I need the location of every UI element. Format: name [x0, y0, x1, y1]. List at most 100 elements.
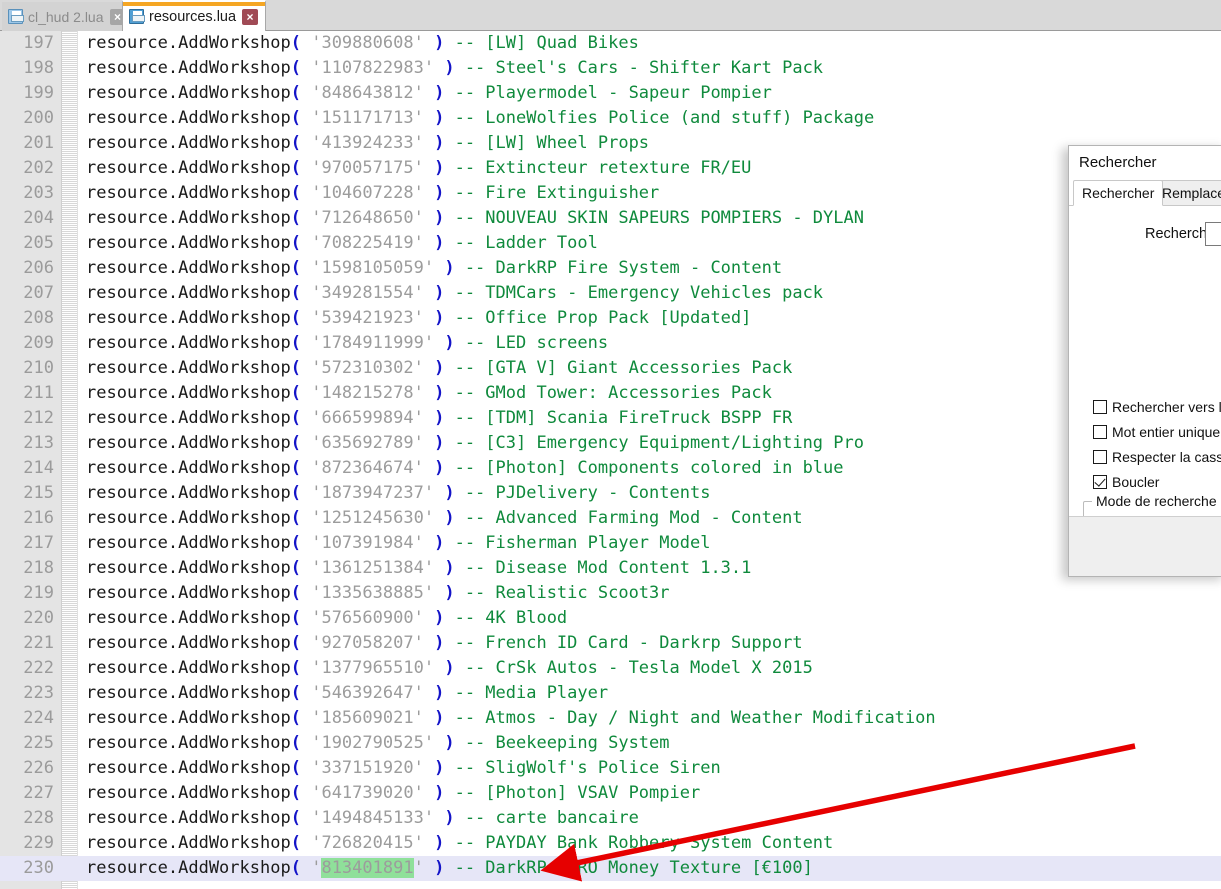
code-line[interactable]: 205 resource.AddWorkshop( '708225419' ) -…: [0, 231, 1221, 256]
line-number: 224: [23, 708, 54, 728]
code-line[interactable]: 206 resource.AddWorkshop( '1598105059' ) …: [0, 256, 1221, 281]
tab-label: cl_hud 2.lua: [28, 8, 104, 25]
code-line[interactable]: 211 resource.AddWorkshop( '148215278' ) -…: [0, 381, 1221, 406]
code-line-text: resource.AddWorkshop( '635692789' ) -- […: [86, 433, 864, 453]
code-line-text: resource.AddWorkshop( '1377965510' ) -- …: [86, 658, 813, 678]
code-line-text: resource.AddWorkshop( '1494845133' ) -- …: [86, 808, 639, 828]
find-checkbox-option[interactable]: Mot entier uniquem: [1093, 419, 1221, 444]
code-line-text: resource.AddWorkshop( '813401891' ) -- D…: [86, 858, 813, 878]
checkbox-label: Respecter la casse: [1112, 448, 1221, 465]
code-line-text: resource.AddWorkshop( '546392647' ) -- M…: [86, 683, 609, 703]
code-line[interactable]: 223 resource.AddWorkshop( '546392647' ) -…: [0, 681, 1221, 706]
checkbox-icon[interactable]: [1093, 474, 1107, 489]
code-line-text: resource.AddWorkshop( '148215278' ) -- G…: [86, 383, 772, 403]
search-input[interactable]: [1205, 222, 1221, 246]
line-number: 227: [23, 783, 54, 803]
line-number: 201: [23, 133, 54, 153]
code-line-text: resource.AddWorkshop( '107391984' ) -- F…: [86, 533, 711, 553]
line-number: 230: [23, 858, 54, 878]
code-line[interactable]: 220 resource.AddWorkshop( '576560900' ) -…: [0, 606, 1221, 631]
code-line[interactable]: 212 resource.AddWorkshop( '666599894' ) -…: [0, 406, 1221, 431]
code-line-text: resource.AddWorkshop( '413924233' ) -- […: [86, 133, 650, 153]
code-line[interactable]: 197 resource.AddWorkshop( '309880608' ) -…: [0, 31, 1221, 56]
line-number: 223: [23, 683, 54, 703]
code-line[interactable]: 201 resource.AddWorkshop( '413924233' ) -…: [0, 131, 1221, 156]
find-dialog[interactable]: Rechercher Rechercher Remplacer Recherch…: [1068, 145, 1221, 577]
code-line[interactable]: 204 resource.AddWorkshop( '712648650' ) -…: [0, 206, 1221, 231]
code-line[interactable]: 214 resource.AddWorkshop( '872364674' ) -…: [0, 456, 1221, 481]
code-line[interactable]: 229 resource.AddWorkshop( '726820415' ) -…: [0, 831, 1221, 856]
checkbox-label: Rechercher vers l'a: [1112, 398, 1221, 415]
find-dialog-title: Rechercher: [1069, 146, 1221, 180]
checkbox-label: Boucler: [1112, 473, 1160, 490]
code-line[interactable]: 199 resource.AddWorkshop( '848643812' ) -…: [0, 81, 1221, 106]
code-line-text: resource.AddWorkshop( '576560900' ) -- 4…: [86, 608, 568, 628]
code-line[interactable]: 227 resource.AddWorkshop( '641739020' ) -…: [0, 781, 1221, 806]
tab-cl-hud-2-lua[interactable]: cl_hud 2.lua ×: [2, 2, 134, 31]
find-checkbox-option[interactable]: Respecter la casse: [1093, 444, 1221, 469]
find-checkbox-option[interactable]: Boucler: [1093, 469, 1221, 494]
line-number: 217: [23, 533, 54, 553]
line-number: 226: [23, 758, 54, 778]
tab-resources-lua[interactable]: resources.lua ×: [122, 0, 267, 31]
code-line[interactable]: 209 resource.AddWorkshop( '1784911999' ) …: [0, 331, 1221, 356]
code-line[interactable]: 200 resource.AddWorkshop( '151171713' ) -…: [0, 106, 1221, 131]
code-line-text: resource.AddWorkshop( '848643812' ) -- P…: [86, 83, 772, 103]
line-number: 213: [23, 433, 54, 453]
line-number: 204: [23, 208, 54, 228]
code-line[interactable]: 216 resource.AddWorkshop( '1251245630' ) …: [0, 506, 1221, 531]
code-line[interactable]: 226 resource.AddWorkshop( '337151920' ) -…: [0, 756, 1221, 781]
code-line[interactable]: 230 resource.AddWorkshop( '813401891' ) -…: [0, 856, 1221, 881]
code-line[interactable]: 203 resource.AddWorkshop( '104607228' ) -…: [0, 181, 1221, 206]
line-number: 222: [23, 658, 54, 678]
code-line-text: resource.AddWorkshop( '1361251384' ) -- …: [86, 558, 752, 578]
code-line[interactable]: 210 resource.AddWorkshop( '572310302' ) -…: [0, 356, 1221, 381]
code-line[interactable]: 225 resource.AddWorkshop( '1902790525' ) …: [0, 731, 1221, 756]
code-line[interactable]: 215 resource.AddWorkshop( '1873947237' ) …: [0, 481, 1221, 506]
code-line-text: resource.AddWorkshop( '104607228' ) -- F…: [86, 183, 660, 203]
code-line-text: resource.AddWorkshop( '927058207' ) -- F…: [86, 633, 803, 653]
code-line[interactable]: 198 resource.AddWorkshop( '1107822983' ) …: [0, 56, 1221, 81]
code-line-text: resource.AddWorkshop( '641739020' ) -- […: [86, 783, 701, 803]
close-icon[interactable]: ×: [242, 8, 259, 25]
line-number: 225: [23, 733, 54, 753]
code-line[interactable]: 218 resource.AddWorkshop( '1361251384' ) …: [0, 556, 1221, 581]
code-line[interactable]: 224 resource.AddWorkshop( '185609021' ) -…: [0, 706, 1221, 731]
code-line[interactable]: 228 resource.AddWorkshop( '1494845133' ) …: [0, 806, 1221, 831]
code-line[interactable]: 208 resource.AddWorkshop( '539421923' ) -…: [0, 306, 1221, 331]
code-line-text: resource.AddWorkshop( '708225419' ) -- L…: [86, 233, 598, 253]
find-options-list: Rechercher vers l'a Mot entier uniquem Res…: [1093, 394, 1221, 494]
floppy-disk-icon: [129, 9, 145, 24]
tab-rechercher[interactable]: Rechercher: [1073, 180, 1164, 206]
code-line[interactable]: 219 resource.AddWorkshop( '1335638885' ) …: [0, 581, 1221, 606]
line-number: 221: [23, 633, 54, 653]
code-line-text: resource.AddWorkshop( '1107822983' ) -- …: [86, 58, 824, 78]
code-line-text: resource.AddWorkshop( '1598105059' ) -- …: [86, 258, 783, 278]
floppy-disk-icon: [8, 9, 24, 24]
code-text-area[interactable]: 197 resource.AddWorkshop( '309880608' ) -…: [0, 31, 1221, 889]
code-line[interactable]: 217 resource.AddWorkshop( '107391984' ) -…: [0, 531, 1221, 556]
line-number: 206: [23, 258, 54, 278]
code-line-text: resource.AddWorkshop( '1335638885' ) -- …: [86, 583, 670, 603]
line-number: 218: [23, 558, 54, 578]
line-number: 200: [23, 108, 54, 128]
code-line[interactable]: 221 resource.AddWorkshop( '927058207' ) -…: [0, 631, 1221, 656]
editor-tab-bar: cl_hud 2.lua × resources.lua ×: [0, 0, 1221, 31]
line-number: 229: [23, 833, 54, 853]
checkbox-icon[interactable]: [1093, 424, 1107, 439]
find-checkbox-option[interactable]: Rechercher vers l'a: [1093, 394, 1221, 419]
code-editor[interactable]: 197 resource.AddWorkshop( '309880608' ) -…: [0, 31, 1221, 889]
line-number: 219: [23, 583, 54, 603]
line-number: 220: [23, 608, 54, 628]
code-line[interactable]: 207 resource.AddWorkshop( '349281554' ) -…: [0, 281, 1221, 306]
checkbox-icon[interactable]: [1093, 399, 1107, 414]
line-number: 203: [23, 183, 54, 203]
code-line[interactable]: 202 resource.AddWorkshop( '970057175' ) -…: [0, 156, 1221, 181]
code-line[interactable]: 222 resource.AddWorkshop( '1377965510' ) …: [0, 656, 1221, 681]
line-number: 202: [23, 158, 54, 178]
code-line[interactable]: 213 resource.AddWorkshop( '635692789' ) -…: [0, 431, 1221, 456]
checkbox-icon[interactable]: [1093, 449, 1107, 464]
tab-remplacer[interactable]: Remplacer: [1153, 180, 1221, 206]
code-line-text: resource.AddWorkshop( '1784911999' ) -- …: [86, 333, 609, 353]
code-line-text: resource.AddWorkshop( '539421923' ) -- O…: [86, 308, 752, 328]
